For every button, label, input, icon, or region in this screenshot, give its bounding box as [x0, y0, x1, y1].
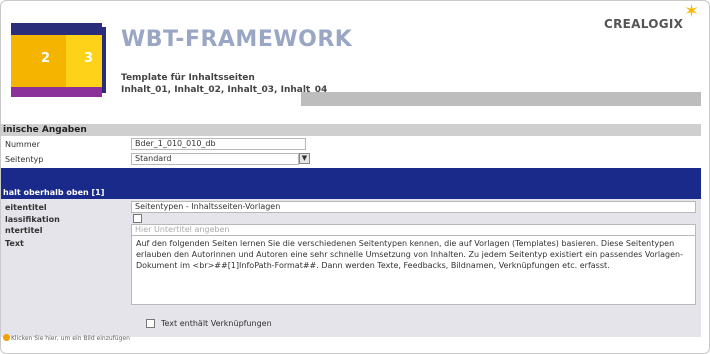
section-header-content: halt oberhalb oben [1]	[1, 186, 701, 199]
number-input[interactable]: Bder_1_010_010_db	[131, 138, 306, 150]
blue-separator-bar	[1, 168, 701, 186]
insert-image-link[interactable]: Klicken Sie hier, um ein Bild einzufügen	[11, 335, 130, 342]
star-icon: ✶	[684, 1, 700, 22]
template-content-list: Inhalt_01, Inhalt_02, Inhalt_03, Inhalt_…	[121, 85, 328, 95]
links-checkbox-label: Text enthält Verknüpfungen	[161, 319, 272, 328]
template-subtitle: Template für Inhaltsseiten	[121, 73, 255, 83]
page-type-select[interactable]: Standard	[131, 153, 299, 165]
section-header-basic: inische Angaben	[1, 124, 701, 136]
chevron-down-icon[interactable]: ▼	[299, 153, 310, 164]
page-title-input[interactable]: Seitentypen - Inhaltsseiten-Vorlagen	[131, 201, 696, 213]
title-divider-bar	[301, 92, 701, 106]
links-checkbox[interactable]	[146, 319, 155, 328]
brand-logo: CREALOGIX	[604, 17, 684, 31]
field-label-subtitle: ntertitel	[5, 226, 43, 235]
field-label-page-type: Seitentyp	[5, 155, 44, 164]
field-label-classification: lassifikation	[5, 215, 60, 224]
field-label-number: Nummer	[5, 140, 40, 149]
info-icon	[3, 334, 10, 341]
thumbnail-number-2: 3	[84, 51, 94, 66]
page-frame: 2 3 WBT-FRAMEWORK Template für Inhaltsse…	[0, 0, 710, 354]
template-thumbnail: 2 3	[11, 23, 106, 97]
body-text-area[interactable]: Auf den folgenden Seiten lernen Sie die …	[131, 235, 696, 305]
field-label-page-title: eitentitel	[5, 203, 47, 212]
thumbnail-number-1: 2	[41, 51, 51, 66]
field-label-text: Text	[5, 239, 24, 248]
page-title: WBT-FRAMEWORK	[121, 27, 353, 52]
classification-checkbox[interactable]	[133, 214, 142, 223]
